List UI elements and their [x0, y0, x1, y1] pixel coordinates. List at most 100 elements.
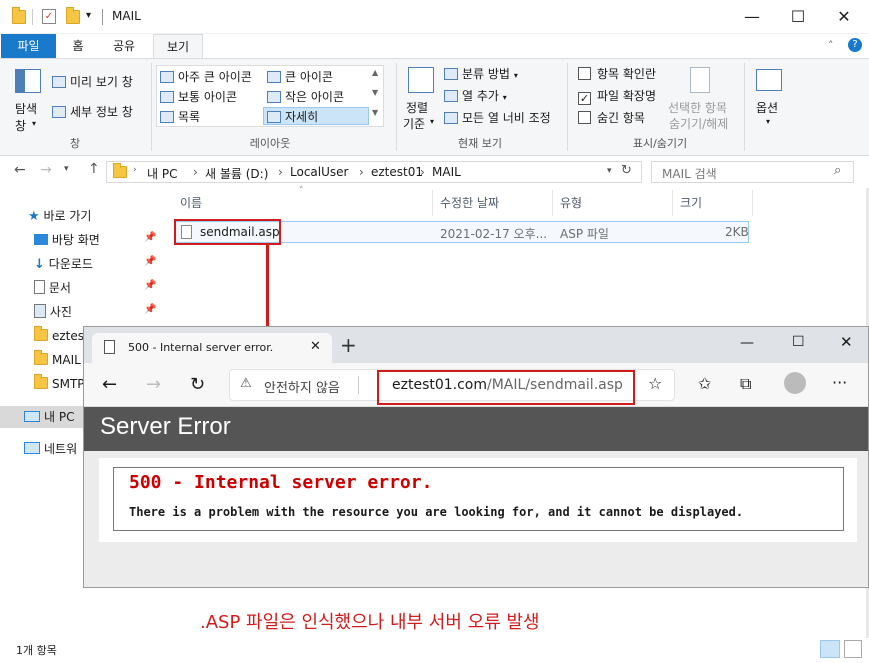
folder-icon — [34, 374, 48, 389]
dropdown-arrow-icon: ▾ — [430, 117, 435, 126]
breadcrumb-mail[interactable]: MAIL — [432, 165, 461, 179]
breadcrumb-volume-d[interactable]: 새 볼륨 (D:) — [205, 165, 268, 182]
address-dropdown-icon[interactable]: ▾ — [607, 166, 612, 176]
column-header-modified[interactable]: 수정한 날짜 — [440, 190, 499, 216]
column-separator[interactable] — [672, 190, 673, 216]
gallery-scroll-up[interactable]: ▲ — [372, 68, 378, 77]
tab-share[interactable]: 공유 — [104, 34, 144, 58]
tab-view[interactable]: 보기 — [153, 34, 203, 59]
more-menu-icon[interactable]: ··· — [832, 373, 847, 392]
sort-by-button[interactable]: 정렬 기준 ▾ — [402, 65, 440, 135]
address-bar[interactable]: › 내 PC › 새 볼륨 (D:) › LocalUser › eztest0… — [106, 161, 642, 183]
breadcrumb-eztest01[interactable]: eztest01 — [371, 165, 423, 179]
nav-this-pc[interactable]: 내 PC — [0, 406, 90, 428]
nav-network[interactable]: 네트워 — [24, 438, 77, 460]
nav-downloads[interactable]: ↓ 다운로드 — [34, 253, 93, 275]
profile-avatar[interactable] — [784, 372, 806, 394]
group-by-icon — [444, 68, 458, 80]
column-separator[interactable] — [552, 190, 553, 216]
network-icon — [24, 442, 40, 454]
search-box[interactable]: MAIL 검색 ⌕ — [651, 161, 854, 183]
breadcrumb-localuser[interactable]: LocalUser — [290, 165, 348, 179]
preview-pane-button[interactable]: 미리 보기 창 — [52, 73, 133, 91]
server-error-header: Server Error — [84, 407, 868, 451]
pin-icon[interactable]: 📌 — [144, 232, 156, 243]
nav-folder-mail[interactable]: MAIL — [34, 349, 81, 371]
server-error-title: Server Error — [100, 413, 231, 440]
nav-folder-smtp[interactable]: SMTP — [34, 373, 85, 395]
hide-selected-items-button[interactable]: 선택한 항목 숨기기/해제 — [668, 65, 738, 135]
close-button[interactable]: ✕ — [821, 0, 867, 34]
nav-pictures[interactable]: 사진 — [34, 301, 72, 323]
browser-close-button[interactable]: ✕ — [840, 333, 853, 351]
group-by-button[interactable]: 분류 방법 ▾ — [444, 65, 518, 83]
fit-columns-button[interactable]: 모든 열 너비 조정 — [444, 109, 551, 127]
forward-button[interactable]: → — [40, 162, 52, 178]
browser-forward-button[interactable]: → — [146, 374, 161, 395]
customize-quick-access-icon[interactable]: ▾ — [86, 10, 91, 21]
recent-locations-button[interactable]: ▾ — [64, 164, 69, 174]
browser-minimize-button[interactable]: — — [740, 335, 754, 351]
nav-folder-eztest[interactable]: eztes — [34, 325, 84, 347]
item-checkboxes-label: 항목 확인란 — [597, 67, 657, 81]
layout-medium-icons[interactable]: 보통 아이콘 — [160, 88, 237, 106]
pin-icon[interactable]: 📌 — [144, 280, 156, 291]
column-header-size[interactable]: 크기 — [680, 190, 702, 216]
help-icon[interactable]: ? — [848, 38, 862, 52]
new-tab-button[interactable]: + — [340, 333, 357, 357]
add-favorite-icon[interactable]: ☆ — [648, 374, 662, 393]
browser-maximize-button[interactable]: ☐ — [792, 334, 805, 350]
refresh-icon[interactable]: ↻ — [621, 163, 632, 178]
pin-icon[interactable]: 📌 — [144, 304, 156, 315]
minimize-button[interactable]: — — [729, 0, 775, 34]
warning-icon[interactable]: ⚠ — [240, 376, 252, 391]
options-button[interactable]: 옵션 ▾ — [752, 65, 788, 135]
navigation-pane-button[interactable]: 탐색 창 ▾ — [12, 65, 44, 151]
properties-icon[interactable]: ✓ — [42, 9, 56, 24]
hidden-items-toggle[interactable]: 숨긴 항목 — [578, 109, 645, 127]
add-columns-button[interactable]: 열 추가 ▾ — [444, 87, 507, 105]
layout-list[interactable]: 목록 — [160, 108, 200, 126]
hide-selected-label-2: 숨기기/해제 — [669, 117, 729, 131]
up-button[interactable]: ↑ — [88, 161, 100, 177]
breadcrumb-this-pc[interactable]: 내 PC — [147, 165, 177, 182]
item-checkboxes-toggle[interactable]: 항목 확인란 — [578, 65, 656, 83]
details-view-button[interactable] — [820, 640, 840, 658]
close-tab-icon[interactable]: ✕ — [310, 339, 321, 354]
gallery-expand[interactable]: ▼ — [372, 108, 378, 117]
gallery-scroll-down[interactable]: ▼ — [372, 88, 378, 97]
collections-icon[interactable]: ⧉ — [740, 374, 751, 394]
favorites-icon[interactable]: ✩ — [698, 374, 711, 393]
tab-home[interactable]: 홈 — [60, 34, 96, 58]
layout-large-icons[interactable]: 큰 아이콘 — [267, 68, 333, 86]
tab-file[interactable]: 파일 — [1, 34, 56, 58]
fit-columns-icon — [444, 112, 458, 124]
browser-back-button[interactable]: ← — [102, 374, 117, 395]
layout-label: 자세히 — [285, 110, 319, 124]
browser-tab[interactable]: 500 - Internal server error. ✕ — [92, 333, 332, 363]
search-input[interactable]: MAIL 검색 — [662, 165, 717, 182]
column-separator[interactable] — [432, 190, 433, 216]
pin-icon[interactable]: 📌 — [144, 256, 156, 267]
column-header-name[interactable]: 이름 — [180, 190, 202, 216]
browser-refresh-button[interactable]: ↻ — [190, 374, 205, 395]
nav-quick-access[interactable]: ★ 바로 가기 — [28, 205, 91, 227]
new-folder-icon[interactable] — [66, 7, 80, 24]
layout-details[interactable]: 자세히 — [263, 107, 369, 125]
layout-small-icons[interactable]: 작은 아이콘 — [267, 88, 344, 106]
column-separator[interactable] — [752, 190, 753, 216]
layout-extra-large-icons[interactable]: 아주 큰 아이콘 — [160, 68, 252, 86]
back-button[interactable]: ← — [14, 162, 26, 178]
security-indicator[interactable]: 안전하지 않음 — [264, 377, 340, 396]
folder-icon — [34, 350, 48, 365]
maximize-button[interactable]: ☐ — [775, 0, 821, 34]
nav-documents[interactable]: 문서 — [34, 277, 71, 299]
show-hide-group-label: 표시/숨기기 — [632, 137, 688, 150]
fit-columns-label: 모든 열 너비 조정 — [462, 111, 551, 125]
details-pane-button[interactable]: 세부 정보 창 — [52, 103, 133, 121]
collapse-ribbon-icon[interactable]: ˄ — [828, 39, 834, 52]
file-extensions-toggle[interactable]: ✓ 파일 확장명 — [578, 87, 656, 105]
large-icons-view-button[interactable] — [844, 640, 862, 658]
column-header-type[interactable]: 유형 — [560, 190, 582, 216]
nav-desktop[interactable]: 바탕 화면 — [34, 229, 100, 251]
